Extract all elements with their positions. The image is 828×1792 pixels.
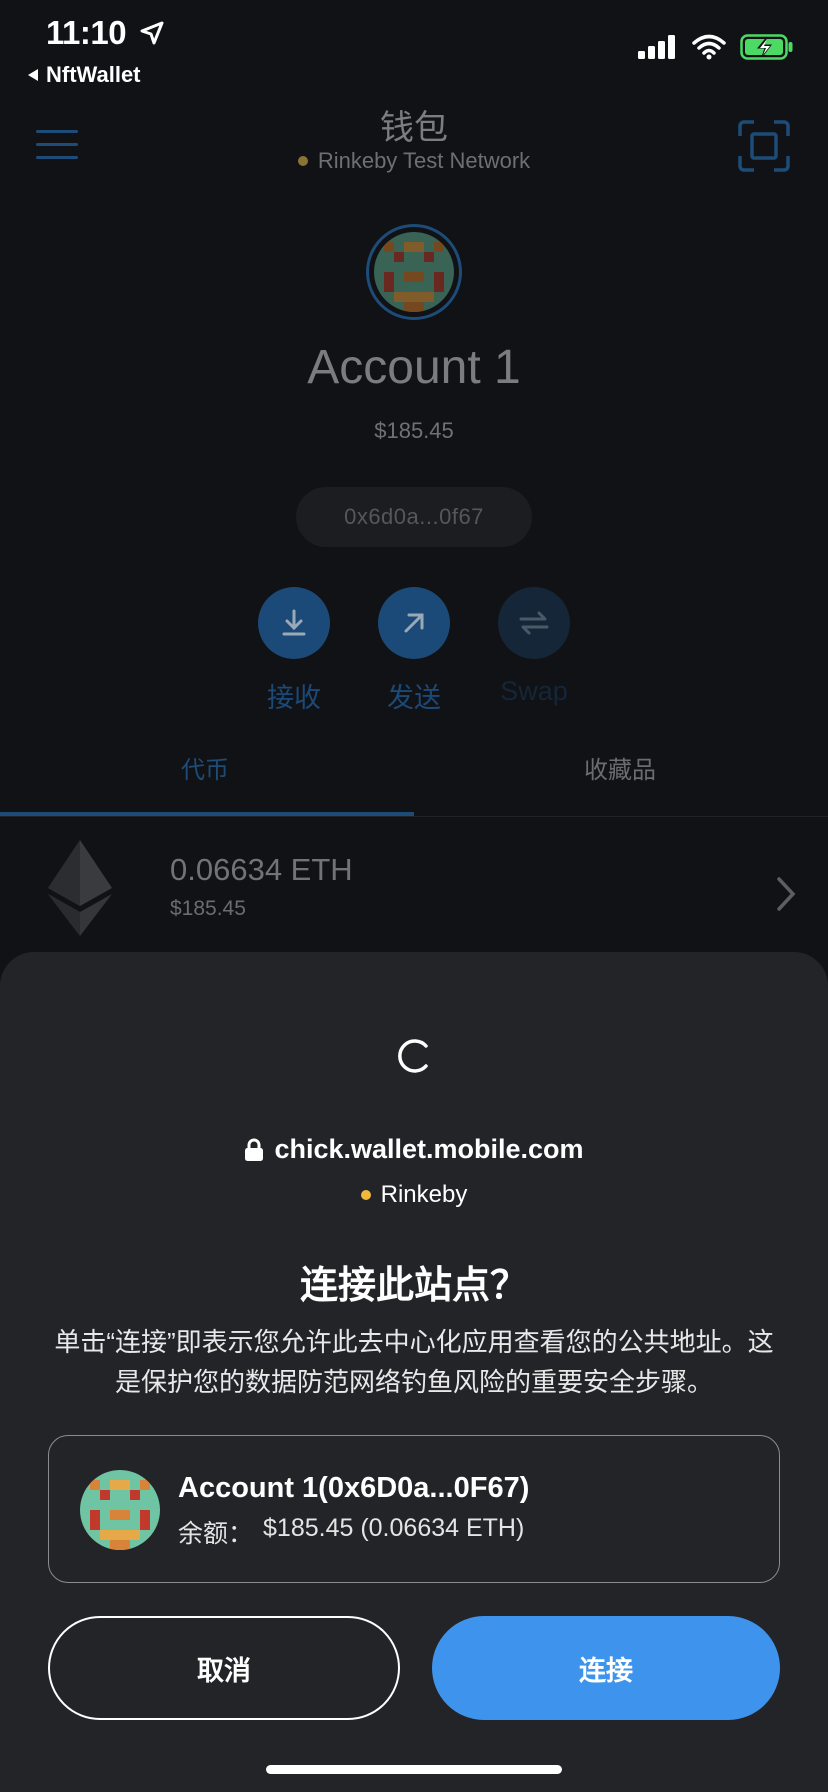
- home-indicator[interactable]: [266, 1765, 562, 1774]
- cellular-signal-icon: [638, 35, 675, 59]
- account-avatar[interactable]: [366, 224, 462, 320]
- token-row-eth[interactable]: [0, 818, 828, 958]
- status-icons: [638, 34, 794, 60]
- swap-icon: [519, 611, 549, 635]
- network-status-dot: [297, 156, 308, 166]
- send-button[interactable]: [378, 587, 450, 659]
- network-name: Rinkeby Test Network: [317, 148, 531, 173]
- card-account-name: Account 1(0x6D0a...0F67): [178, 1472, 530, 1504]
- swap-label: Swap: [500, 676, 568, 706]
- network-selector[interactable]: Rinkeby Test Network: [0, 148, 828, 174]
- receive-button[interactable]: [258, 587, 330, 659]
- account-name[interactable]: Account 1: [0, 340, 828, 395]
- ethereum-icon: [48, 840, 112, 936]
- back-triangle-icon: [28, 69, 38, 81]
- connect-description: 单击“连接”即表示您允许此去中心化应用查看您的公共地址。这是保护您的数据防范网络…: [54, 1327, 774, 1397]
- account-avatar: [80, 1470, 160, 1550]
- connect-title: 连接此站点？: [299, 1265, 528, 1307]
- balance-value: $185.45 (0.06634 ETH): [263, 1514, 525, 1542]
- swap-button[interactable]: [498, 587, 570, 659]
- connect-button[interactable]: 连接: [432, 1616, 780, 1720]
- wifi-icon: [692, 34, 726, 60]
- location-arrow-icon: [140, 21, 164, 45]
- wallet-screen-dimmed: 钱包 Rinkeby Test Network Account 1 $185.4…: [0, 0, 828, 960]
- chain-indicator: Rinkeby: [0, 1181, 828, 1209]
- site-url: chick.wallet.mobile.com: [274, 1134, 584, 1164]
- site-origin: chick.wallet.mobile.com: [0, 1134, 828, 1165]
- tab-collectibles[interactable]: 收藏品: [570, 750, 670, 785]
- cancel-button[interactable]: 取消: [48, 1616, 400, 1720]
- address-pill[interactable]: 0x6d0a...0f67: [296, 487, 532, 547]
- send-arrow-icon: [404, 613, 424, 633]
- battery-charging-icon: [740, 34, 793, 60]
- scan-qr-icon[interactable]: [738, 120, 790, 172]
- lock-icon: [245, 1138, 264, 1161]
- tab-tokens[interactable]: 代币: [150, 750, 260, 785]
- card-account-balance: 余额： $185.45 (0.06634 ETH): [178, 1514, 524, 1550]
- chain-name: Rinkeby: [380, 1181, 468, 1208]
- download-icon: [282, 609, 306, 636]
- receive-label: 接收: [267, 683, 321, 713]
- chevron-right-icon: [777, 877, 796, 911]
- token-amount: 0.06634 ETH: [170, 852, 353, 887]
- page-title: 钱包: [380, 109, 448, 147]
- balance-label: 余额：: [178, 1520, 254, 1548]
- token-fiat-value: $185.45: [170, 897, 246, 920]
- status-time: 11:10: [46, 14, 165, 52]
- chain-dot: [360, 1190, 371, 1200]
- tab-divider: [0, 816, 828, 817]
- send-label: 发送: [387, 683, 441, 713]
- back-to-app-button[interactable]: NftWallet: [26, 62, 141, 88]
- back-app-name: NftWallet: [46, 62, 141, 87]
- account-balance: $185.45: [374, 418, 454, 443]
- loading-spinner-icon: [398, 1039, 428, 1073]
